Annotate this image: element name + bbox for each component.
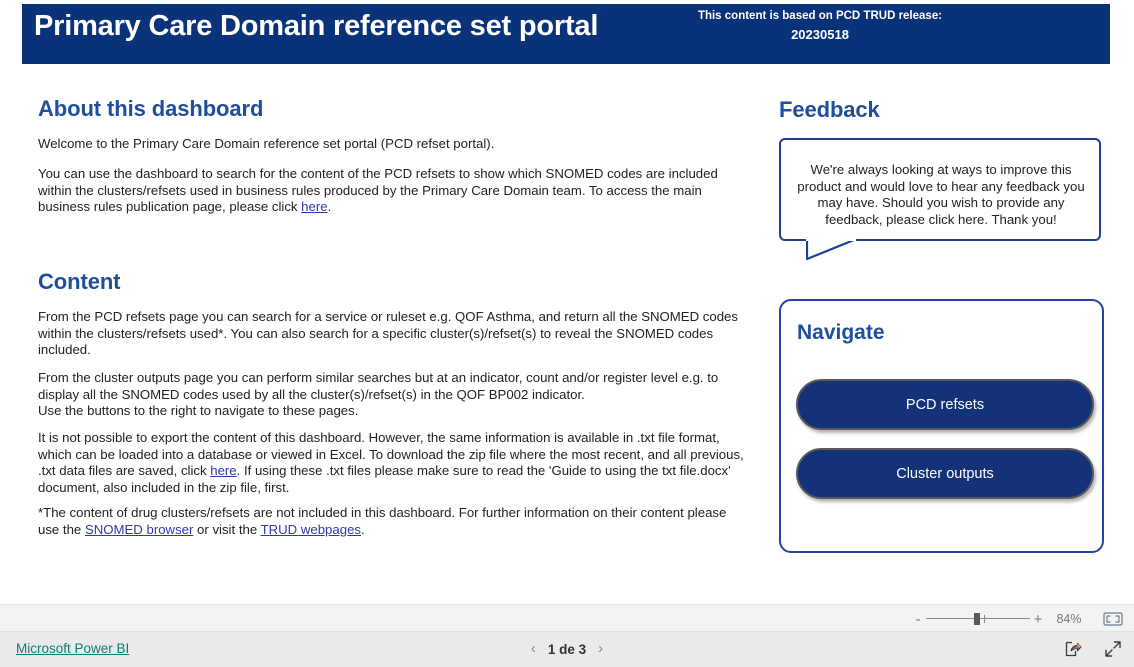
about-paragraph-2-text-before: You can use the dashboard to search for … <box>38 166 718 214</box>
zip-download-here-link[interactable]: here <box>210 463 236 478</box>
cluster-outputs-button[interactable]: Cluster outputs <box>796 448 1094 499</box>
snomed-browser-link[interactable]: SNOMED browser <box>85 522 193 537</box>
about-paragraph-2: You can use the dashboard to search for … <box>38 166 743 216</box>
status-bar: Microsoft Power BI ‹ 1 de 3 › <box>0 632 1134 667</box>
trud-release-info: This content is based on PCD TRUD releas… <box>670 9 970 46</box>
zoom-toolbar: - + 84% <box>0 604 1134 632</box>
footnote-text-after: . <box>361 521 365 537</box>
zoom-level-label: 84% <box>1056 612 1082 626</box>
trud-webpages-link[interactable]: TRUD webpages <box>261 522 361 537</box>
feedback-section-heading: Feedback <box>779 97 880 122</box>
report-header-banner: Primary Care Domain reference set portal… <box>22 4 1110 64</box>
about-paragraph-1: Welcome to the Primary Care Domain refer… <box>38 136 495 151</box>
feedback-speech-bubble: We're always looking at ways to improve … <box>779 138 1101 241</box>
about-section-heading: About this dashboard <box>38 96 264 121</box>
zoom-controls: - + 84% <box>910 605 1126 633</box>
zoom-slider-notch <box>984 615 985 623</box>
trud-release-value: 20230518 <box>791 27 849 42</box>
feedback-message: We're always looking at ways to improve … <box>797 162 1085 227</box>
zoom-slider-thumb[interactable] <box>974 613 980 625</box>
chevron-right-icon[interactable]: › <box>598 640 603 658</box>
content-paragraph-3: It is not possible to export the content… <box>38 430 748 496</box>
pcd-refsets-button[interactable]: PCD refsets <box>796 379 1094 430</box>
about-paragraph-2-text-after: . <box>327 199 332 214</box>
zoom-slider[interactable] <box>926 612 1030 626</box>
page-indicator-label: 1 de 3 <box>547 641 587 657</box>
chevron-left-icon[interactable]: ‹ <box>531 640 536 658</box>
fit-to-page-icon[interactable] <box>1100 610 1126 628</box>
content-section-heading: Content <box>38 269 121 294</box>
business-rules-here-link[interactable]: here <box>301 199 327 214</box>
report-canvas: Primary Care Domain reference set portal… <box>0 0 1134 604</box>
footnote-text-between: or visit the <box>193 521 261 537</box>
share-icon[interactable] <box>1064 640 1082 663</box>
content-paragraph-1: From the PCD refsets page you can search… <box>38 309 738 357</box>
fullscreen-icon[interactable] <box>1104 640 1122 663</box>
speech-bubble-tail-icon <box>806 239 856 261</box>
status-bar-actions <box>1064 640 1122 663</box>
navigate-section-heading: Navigate <box>797 321 885 344</box>
power-bi-report-viewer: Primary Care Domain reference set portal… <box>0 0 1134 667</box>
trud-release-label: This content is based on PCD TRUD releas… <box>697 10 943 22</box>
content-paragraph-4-footnote: *The content of drug clusters/refsets ar… <box>38 505 750 538</box>
content-paragraph-2: From the cluster outputs page you can pe… <box>38 370 719 418</box>
zoom-in-button[interactable]: + <box>1030 612 1046 627</box>
microsoft-power-bi-link[interactable]: Microsoft Power BI <box>16 641 129 656</box>
navigate-card: Navigate PCD refsets Cluster outputs <box>779 299 1104 553</box>
zoom-out-button[interactable]: - <box>910 612 926 627</box>
page-navigator: ‹ 1 de 3 › <box>531 640 603 658</box>
page-title: Primary Care Domain reference set portal <box>34 10 599 42</box>
